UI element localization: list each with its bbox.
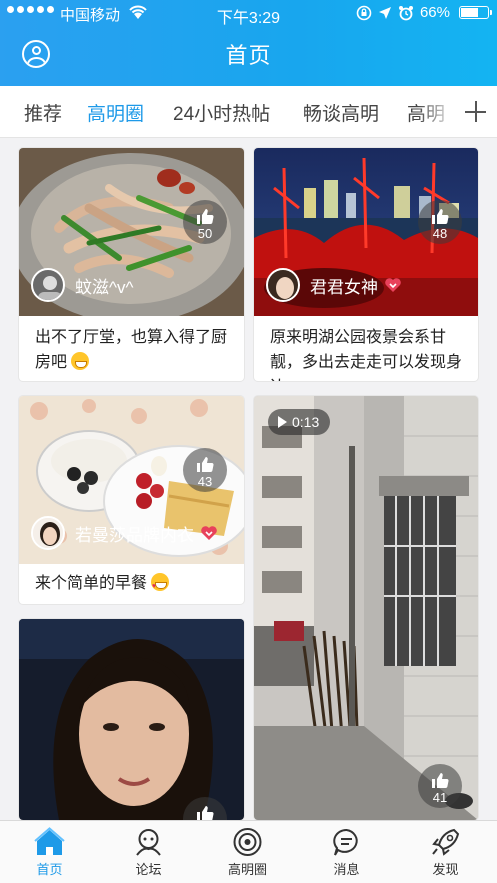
play-icon <box>278 416 287 428</box>
thumbs-up-icon <box>197 806 214 820</box>
video-duration-badge: 0:13 <box>268 409 330 435</box>
page-title: 首页 <box>225 43 272 68</box>
verified-heart-icon <box>385 278 401 292</box>
like-count: 48 <box>432 226 448 241</box>
discover-icon <box>432 828 460 856</box>
rotation-lock-icon <box>356 5 372 20</box>
avatar[interactable] <box>31 268 65 302</box>
post-author[interactable]: 蚊滋^v^ <box>31 268 133 302</box>
like-count: 41 <box>432 790 448 805</box>
grin-emoji-icon <box>71 352 90 370</box>
status-bar: 中国移动 下午3:29 66% <box>0 0 497 28</box>
like-button[interactable]: 41 <box>418 764 462 808</box>
post-video-thumbnail[interactable]: 0:13 41 <box>254 396 478 820</box>
home-icon <box>34 827 65 855</box>
nav-home-label: 首页 <box>36 862 63 877</box>
tab-24h-hot[interactable]: 24小时热帖 <box>173 99 270 126</box>
nav-messages[interactable]: 消息 <box>297 821 396 883</box>
heart-eyes-emoji-icon <box>151 573 170 599</box>
alley-image <box>254 396 478 820</box>
nav-messages-label: 消息 <box>333 862 360 877</box>
verified-heart-icon <box>201 526 217 540</box>
like-button[interactable]: 48 <box>418 200 462 244</box>
like-button[interactable]: 50 <box>183 200 227 244</box>
nav-forum-label: 论坛 <box>135 862 162 877</box>
post-card[interactable]: 50 蚊滋^v^ 出不了厅堂，也算入得了厨房吧 <box>19 148 244 381</box>
post-card[interactable]: 48 君君女神 原来明湖公园夜景会系甘靓，多出去走走可以发现身边 <box>254 148 478 381</box>
nav-forum[interactable]: 论坛 <box>99 821 198 883</box>
author-name: 蚊滋^v^ <box>75 277 134 297</box>
thumbs-up-icon <box>432 209 449 224</box>
like-button[interactable]: 43 <box>183 448 227 492</box>
post-caption[interactable]: 出不了厅堂，也算入得了厨房吧 <box>35 325 232 375</box>
video-duration: 0:13 <box>292 414 320 430</box>
post-photo[interactable]: 50 蚊滋^v^ <box>19 148 244 316</box>
post-card[interactable]: 43 若曼莎品牌内衣 来个简单的早餐 <box>19 396 244 604</box>
app-header: 中国移动 下午3:29 66% 首页 <box>0 0 497 86</box>
forum-icon <box>136 829 161 856</box>
nav-home[interactable]: 首页 <box>0 821 99 883</box>
like-count: 50 <box>197 226 213 241</box>
add-channel-icon[interactable] <box>455 86 497 137</box>
nav-circle-label: 高明圈 <box>227 862 267 877</box>
message-icon <box>333 828 358 856</box>
post-author[interactable]: 君君女神 <box>266 268 402 302</box>
thumbs-up-icon <box>432 773 449 788</box>
nav-circle[interactable]: 高明圈 <box>198 821 297 883</box>
post-photo[interactable]: 43 若曼莎品牌内衣 <box>19 396 244 564</box>
tab-gaoming-circle[interactable]: 高明圈 <box>87 99 144 126</box>
post-card[interactable] <box>19 619 244 820</box>
post-photo[interactable]: 48 君君女神 <box>254 148 478 316</box>
circle-icon <box>233 828 262 856</box>
author-name: 若曼莎品牌内衣 <box>75 525 194 545</box>
channel-tabs: 推荐 高明圈 24小时热帖 畅谈高明 高明 <box>0 86 497 138</box>
battery-icon <box>459 6 492 19</box>
post-caption[interactable]: 原来明湖公园夜景会系甘靓，多出去走走可以发现身边 <box>270 325 466 381</box>
post-card-video[interactable]: 0:13 41 <box>254 396 478 820</box>
alarm-icon <box>398 5 413 20</box>
avatar[interactable] <box>266 268 300 302</box>
thumbs-up-icon <box>197 209 214 224</box>
bottom-tab-bar: 首页 论坛 高明圈 消息 发现 <box>0 820 497 883</box>
location-icon <box>378 6 391 19</box>
author-name: 君君女神 <box>310 277 378 297</box>
nav-discover-label: 发现 <box>432 862 459 877</box>
nav-discover[interactable]: 发现 <box>396 821 495 883</box>
thumbs-up-icon <box>197 457 214 472</box>
post-author[interactable]: 若曼莎品牌内衣 <box>31 516 218 550</box>
tab-talk-gaoming[interactable]: 畅谈高明 <box>303 99 379 126</box>
avatar[interactable] <box>31 516 65 550</box>
post-caption[interactable]: 来个简单的早餐 <box>35 571 232 599</box>
tab-recommend[interactable]: 推荐 <box>24 99 62 126</box>
post-photo[interactable] <box>19 619 244 820</box>
like-count: 43 <box>197 474 213 489</box>
battery-percent: 66% <box>419 4 450 21</box>
status-right: 66% <box>356 4 492 21</box>
selfie-image <box>19 619 244 820</box>
